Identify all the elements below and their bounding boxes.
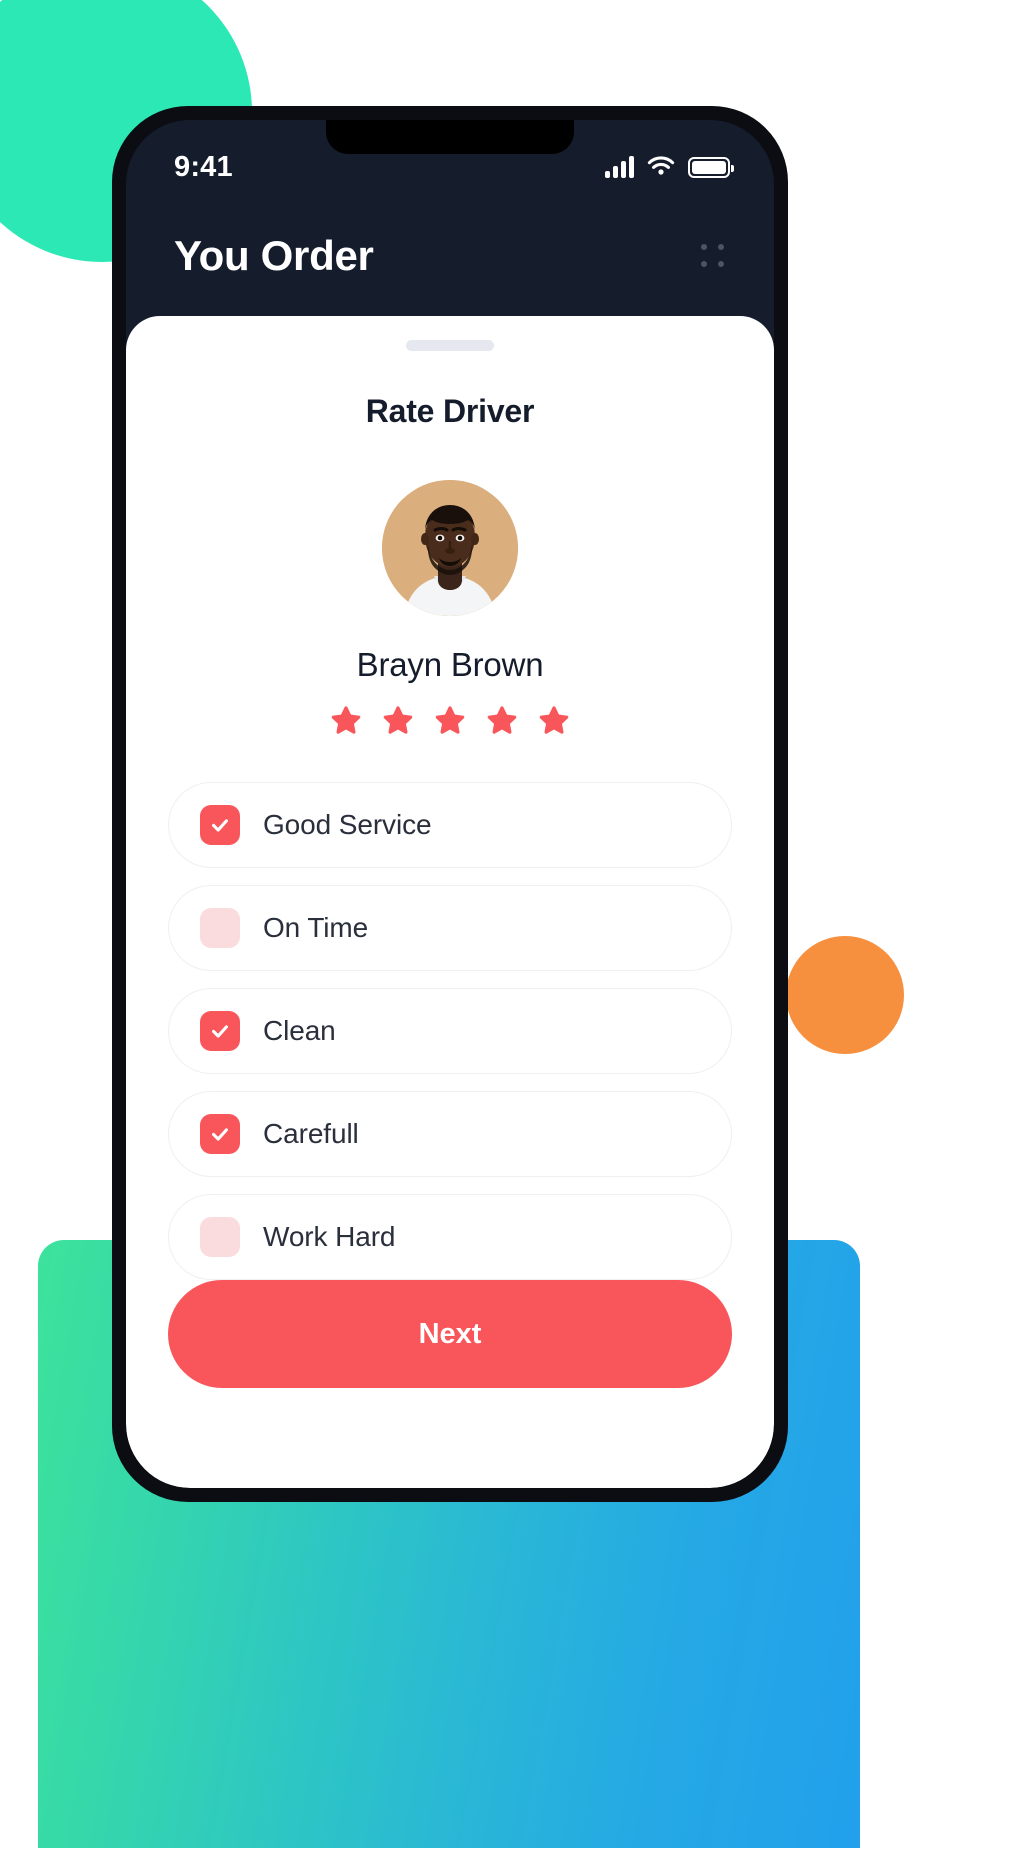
list-item-label: Carefull — [263, 1118, 359, 1149]
device-notch — [326, 120, 574, 154]
list-item[interactable]: Clean — [168, 988, 732, 1074]
page-title: You Order — [174, 232, 374, 279]
list-item-label: Clean — [263, 1015, 336, 1046]
wifi-icon — [647, 156, 675, 175]
list-item[interactable]: Carefull — [168, 1091, 732, 1177]
star-icon[interactable] — [383, 706, 413, 736]
sheet-drag-handle[interactable] — [406, 340, 494, 351]
feedback-options-list: Good Service On Time Clean Carefull Work… — [168, 782, 732, 1280]
avatar — [382, 480, 518, 616]
list-item-label: Good Service — [263, 809, 432, 840]
list-item-label: On Time — [263, 912, 369, 943]
list-item[interactable]: Work Hard — [168, 1194, 732, 1280]
status-bar-time: 9:41 — [174, 150, 233, 183]
sheet-title: Rate Driver — [365, 393, 535, 429]
driver-name: Brayn Brown — [356, 646, 544, 683]
star-icon[interactable] — [487, 706, 517, 736]
driver-avatar-illustration — [382, 480, 518, 616]
next-button[interactable]: Next — [168, 1280, 732, 1388]
star-rating[interactable] — [168, 706, 732, 736]
signal-bars-icon — [605, 156, 634, 178]
star-icon[interactable] — [435, 706, 465, 736]
checkbox-checked-icon[interactable] — [200, 1011, 240, 1051]
grid-dots-icon[interactable] — [698, 241, 728, 271]
list-item[interactable]: On Time — [168, 885, 732, 971]
checkbox-checked-icon[interactable] — [200, 1114, 240, 1154]
decorative-orange-circle — [786, 936, 904, 1054]
check-icon — [212, 1025, 228, 1038]
rate-driver-sheet: Rate Driver Brayn Brown Good Service On … — [126, 316, 774, 1488]
star-icon[interactable] — [539, 706, 569, 736]
phone-screen: 9:41 You Order Rate Driver Brayn Brown G… — [126, 120, 774, 1488]
check-icon — [212, 819, 228, 832]
checkbox-unchecked-icon[interactable] — [200, 1217, 240, 1257]
list-item-label: Work Hard — [263, 1221, 396, 1252]
screenshot-canvas: 9:41 You Order Rate Driver Brayn Brown G… — [0, 0, 1022, 1850]
star-icon[interactable] — [331, 706, 361, 736]
status-bar-icons — [605, 156, 734, 178]
check-icon — [212, 1128, 228, 1141]
checkbox-checked-icon[interactable] — [200, 805, 240, 845]
phone-device-frame: 9:41 You Order Rate Driver Brayn Brown G… — [112, 106, 788, 1502]
battery-icon — [688, 156, 734, 178]
checkbox-unchecked-icon[interactable] — [200, 908, 240, 948]
app-header: You Order — [126, 196, 774, 316]
list-item[interactable]: Good Service — [168, 782, 732, 868]
